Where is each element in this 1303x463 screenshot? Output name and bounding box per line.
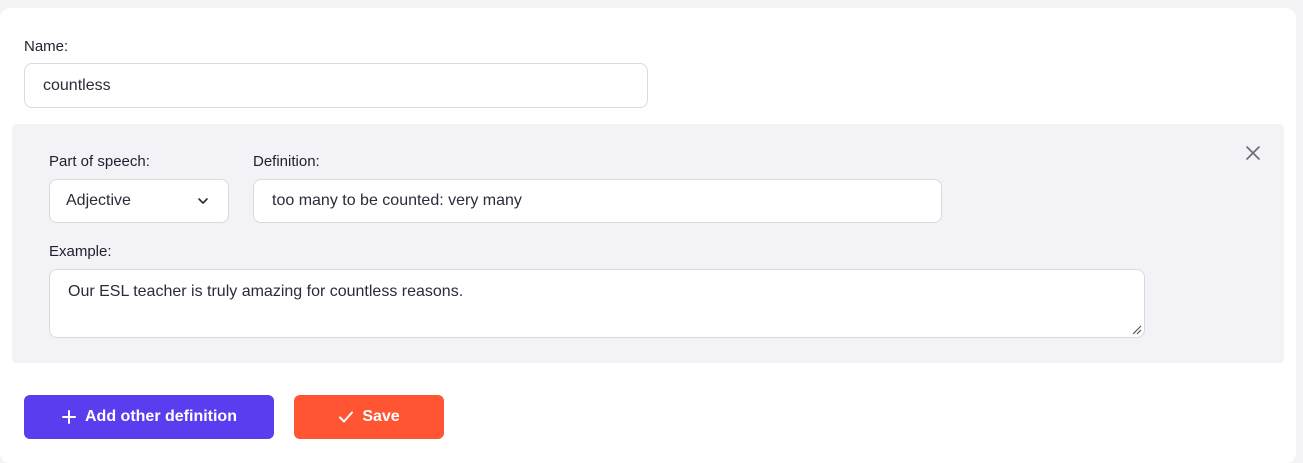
- definition-input-value: too many to be counted: very many: [272, 192, 522, 209]
- name-label: Name:: [24, 38, 69, 55]
- definition-input[interactable]: too many to be counted: very many: [253, 179, 942, 223]
- part-of-speech-select[interactable]: Adjective: [49, 179, 229, 223]
- name-input[interactable]: countless: [24, 63, 648, 108]
- plus-icon: [62, 410, 76, 424]
- example-textarea[interactable]: Our ESL teacher is truly amazing for cou…: [49, 269, 1145, 338]
- add-definition-button[interactable]: Add other definition: [24, 395, 274, 439]
- save-label: Save: [362, 408, 400, 425]
- word-editor-card: Name: countless Part of speech: Adjectiv…: [0, 8, 1296, 463]
- check-icon: [339, 411, 354, 423]
- save-button[interactable]: Save: [294, 395, 444, 439]
- name-input-value: countless: [43, 76, 111, 94]
- chevron-down-icon: [198, 198, 208, 204]
- part-of-speech-label: Part of speech:: [49, 153, 150, 170]
- resize-handle-icon[interactable]: [1130, 323, 1142, 335]
- add-definition-label: Add other definition: [85, 408, 237, 425]
- part-of-speech-value: Adjective: [66, 192, 131, 209]
- close-icon[interactable]: [1244, 144, 1262, 162]
- definition-label: Definition:: [253, 153, 320, 170]
- example-label: Example:: [49, 243, 112, 260]
- definition-block: Part of speech: Adjective Definition: to…: [12, 124, 1284, 363]
- example-textarea-value: Our ESL teacher is truly amazing for cou…: [68, 283, 464, 300]
